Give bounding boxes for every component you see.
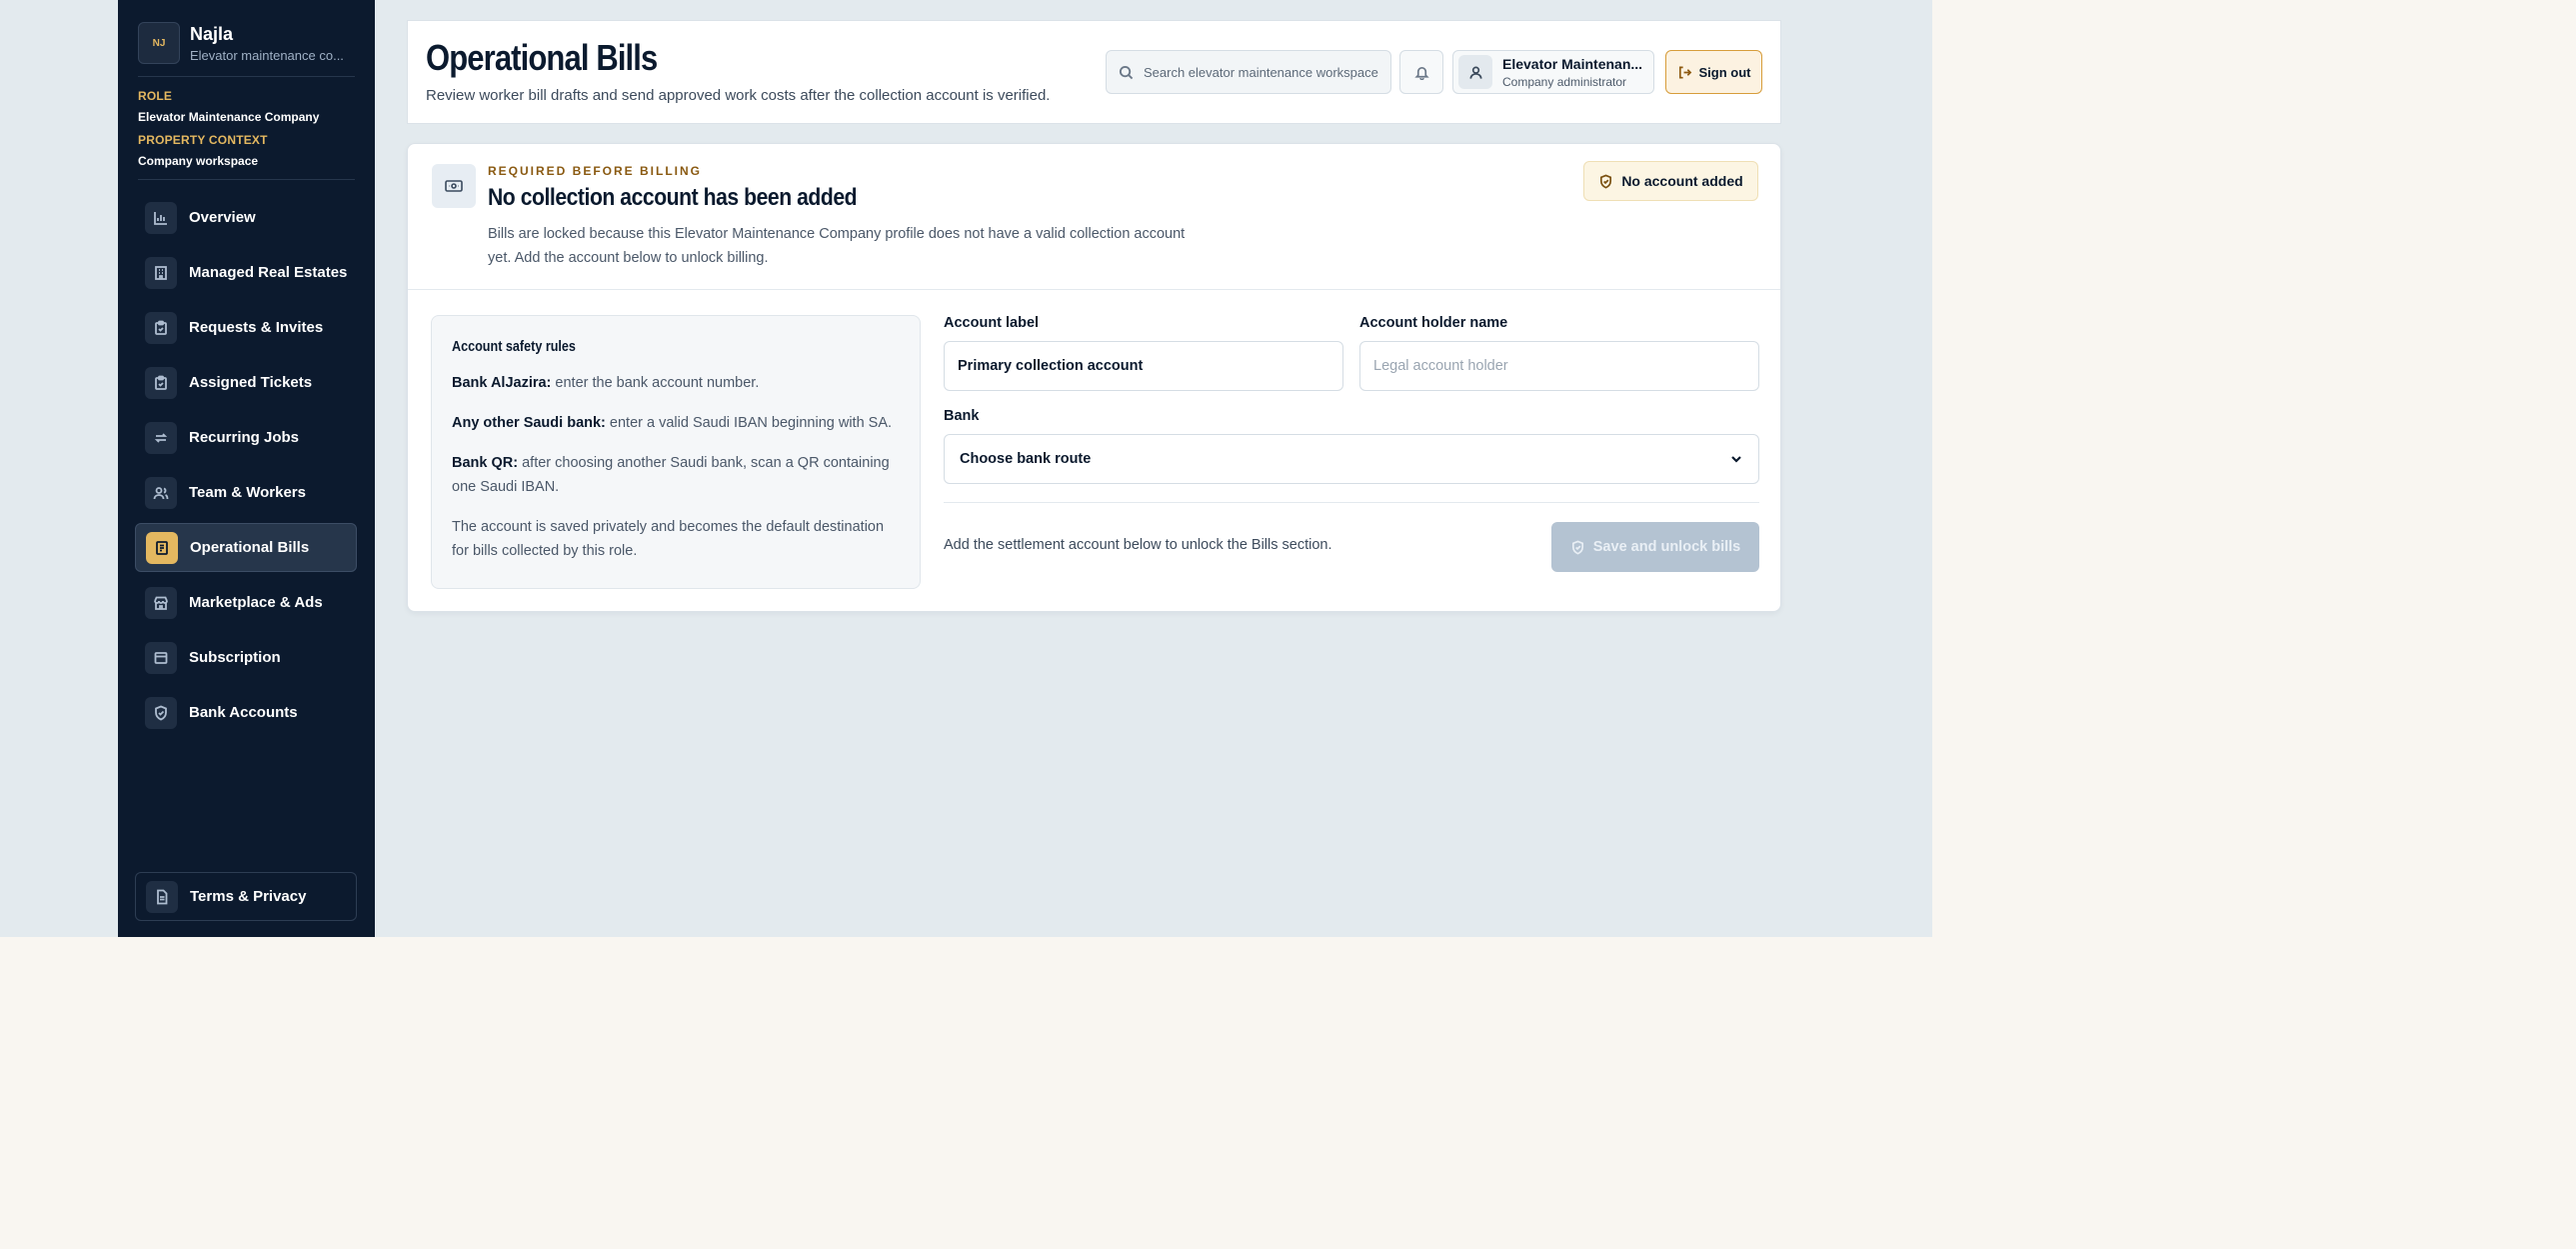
sidebar-item-label: Bank Accounts [189, 704, 298, 721]
sidebar-item-terms-privacy[interactable]: Terms & Privacy [135, 872, 357, 921]
divider [138, 179, 355, 180]
repeat-icon [145, 421, 177, 454]
sidebar-item-label: Overview [189, 209, 256, 226]
divider [944, 502, 1759, 503]
rules-note: The account is saved privately and becom… [452, 519, 885, 559]
sidebar-item-label: Team & Workers [189, 484, 306, 501]
sidebar-item-bank-accounts[interactable]: Bank Accounts [135, 688, 357, 737]
sidebar-item-assigned-tickets[interactable]: Assigned Tickets [135, 358, 357, 407]
rule-bank-name: Any other Saudi bank: [452, 415, 606, 431]
account-label-label: Account label [944, 315, 1040, 331]
notice-description: Bills are locked because this Elevator M… [488, 226, 1186, 266]
save-and-unlock-button[interactable]: Save and unlock bills [1551, 522, 1759, 572]
account-role: Company administrator [1502, 74, 1627, 89]
account-name: Elevator Maintenan... [1502, 55, 1643, 72]
sign-out-label: Sign out [1698, 64, 1751, 80]
avatar [1458, 55, 1492, 89]
shield-check-icon [1600, 173, 1612, 189]
sidebar-item-recurring-jobs[interactable]: Recurring Jobs [135, 413, 357, 462]
sidebar-nav: Overview Managed Real Estates Requests &… [135, 193, 357, 743]
sidebar-item-label: Operational Bills [190, 539, 310, 556]
users-icon [145, 476, 177, 509]
bank-select-value: Choose bank route [960, 451, 1092, 467]
sign-out-icon [1678, 66, 1691, 78]
sidebar: NJ Najla Elevator maintenance co... ROLE… [118, 0, 375, 937]
form-hint: Add the settlement account below to unlo… [944, 537, 1332, 553]
rule-text: after choosing another Saudi bank, scan … [452, 455, 890, 495]
bell-icon [1413, 66, 1429, 80]
save-button-label: Save and unlock bills [1592, 539, 1741, 555]
rule-text: enter a valid Saudi IBAN beginning with … [605, 415, 893, 431]
card-icon [145, 641, 177, 674]
status-badge: No account added [1583, 161, 1758, 201]
sidebar-item-requests-invites[interactable]: Requests & Invites [135, 303, 357, 352]
sidebar-item-label: Marketplace & Ads [189, 594, 323, 611]
document-icon [146, 880, 178, 913]
search-input[interactable] [1142, 63, 1385, 81]
sidebar-item-label: Managed Real Estates [189, 264, 348, 281]
chart-icon [145, 201, 177, 234]
sign-out-button[interactable]: Sign out [1665, 50, 1762, 94]
bank-label: Bank [944, 408, 980, 424]
banknote-icon [432, 164, 476, 208]
page-subtitle: Review worker bill drafts and send appro… [426, 87, 1051, 104]
shield-icon [145, 696, 177, 729]
brand-logo: NJ [138, 22, 180, 64]
notice-kicker: REQUIRED BEFORE BILLING [488, 164, 703, 178]
store-icon [145, 586, 177, 619]
sidebar-item-managed-real-estates[interactable]: Managed Real Estates [135, 248, 357, 297]
sidebar-item-operational-bills[interactable]: Operational Bills [135, 523, 357, 572]
search-icon [1119, 65, 1134, 79]
bank-select[interactable]: Choose bank route [944, 434, 1759, 484]
collection-account-card: REQUIRED BEFORE BILLING No collection ac… [407, 143, 1781, 612]
building-icon [145, 256, 177, 289]
rule-item: Bank QR: after choosing another Saudi ba… [452, 451, 900, 499]
rule-bank-name: Bank QR: [452, 455, 519, 471]
status-badge-label: No account added [1621, 173, 1743, 189]
sidebar-item-marketplace-ads[interactable]: Marketplace & Ads [135, 578, 357, 627]
sidebar-item-team-workers[interactable]: Team & Workers [135, 468, 357, 517]
notifications-button[interactable] [1399, 50, 1443, 94]
user-icon [1469, 66, 1481, 79]
sidebar-item-label: Terms & Privacy [190, 888, 307, 905]
role-context: ROLE Elevator Maintenance Company [138, 89, 355, 124]
brand[interactable]: NJ Najla Elevator maintenance co... [138, 22, 348, 64]
sidebar-item-label: Requests & Invites [189, 319, 324, 336]
role-label: ROLE [138, 89, 173, 103]
sidebar-item-overview[interactable]: Overview [135, 193, 357, 242]
clipboard-check-icon [145, 366, 177, 399]
brand-subtitle: Elevator maintenance co... [190, 47, 344, 63]
property-context: PROPERTY CONTEXT Company workspace [138, 133, 355, 168]
account-menu[interactable]: Elevator Maintenan... Company administra… [1452, 50, 1654, 94]
rule-item: Bank AlJazira: enter the bank account nu… [452, 371, 900, 395]
property-label: PROPERTY CONTEXT [138, 133, 268, 147]
property-value: Company workspace [138, 154, 259, 168]
app-viewport: NJ Najla Elevator maintenance co... ROLE… [0, 0, 1932, 937]
divider [408, 289, 1780, 290]
account-holder-label: Account holder name [1359, 315, 1508, 331]
receipt-icon [146, 531, 178, 564]
rule-bank-name: Bank AlJazira: [452, 375, 552, 391]
sidebar-item-label: Recurring Jobs [189, 429, 300, 446]
page-header: Operational Bills Review worker bill dra… [407, 20, 1781, 124]
rule-item: Any other Saudi bank: enter a valid Saud… [452, 411, 900, 435]
account-safety-rules: Account safety rules Bank AlJazira: ente… [431, 315, 921, 589]
account-holder-input[interactable] [1359, 341, 1759, 391]
brand-name: Najla [190, 23, 234, 44]
page-title: Operational Bills [426, 37, 658, 78]
search-box[interactable] [1106, 50, 1391, 94]
divider [138, 76, 355, 77]
rules-title: Account safety rules [452, 338, 576, 355]
account-label-input[interactable] [944, 341, 1343, 391]
chevron-down-icon [1731, 456, 1741, 463]
clipboard-icon [145, 311, 177, 344]
role-value: Elevator Maintenance Company [138, 110, 320, 124]
rule-text: enter the bank account number. [551, 375, 760, 391]
sidebar-item-label: Assigned Tickets [189, 374, 313, 391]
sidebar-item-subscription[interactable]: Subscription [135, 633, 357, 682]
shield-check-icon [1571, 539, 1583, 555]
notice-title: No collection account has been added [488, 184, 858, 211]
sidebar-item-label: Subscription [189, 649, 281, 666]
